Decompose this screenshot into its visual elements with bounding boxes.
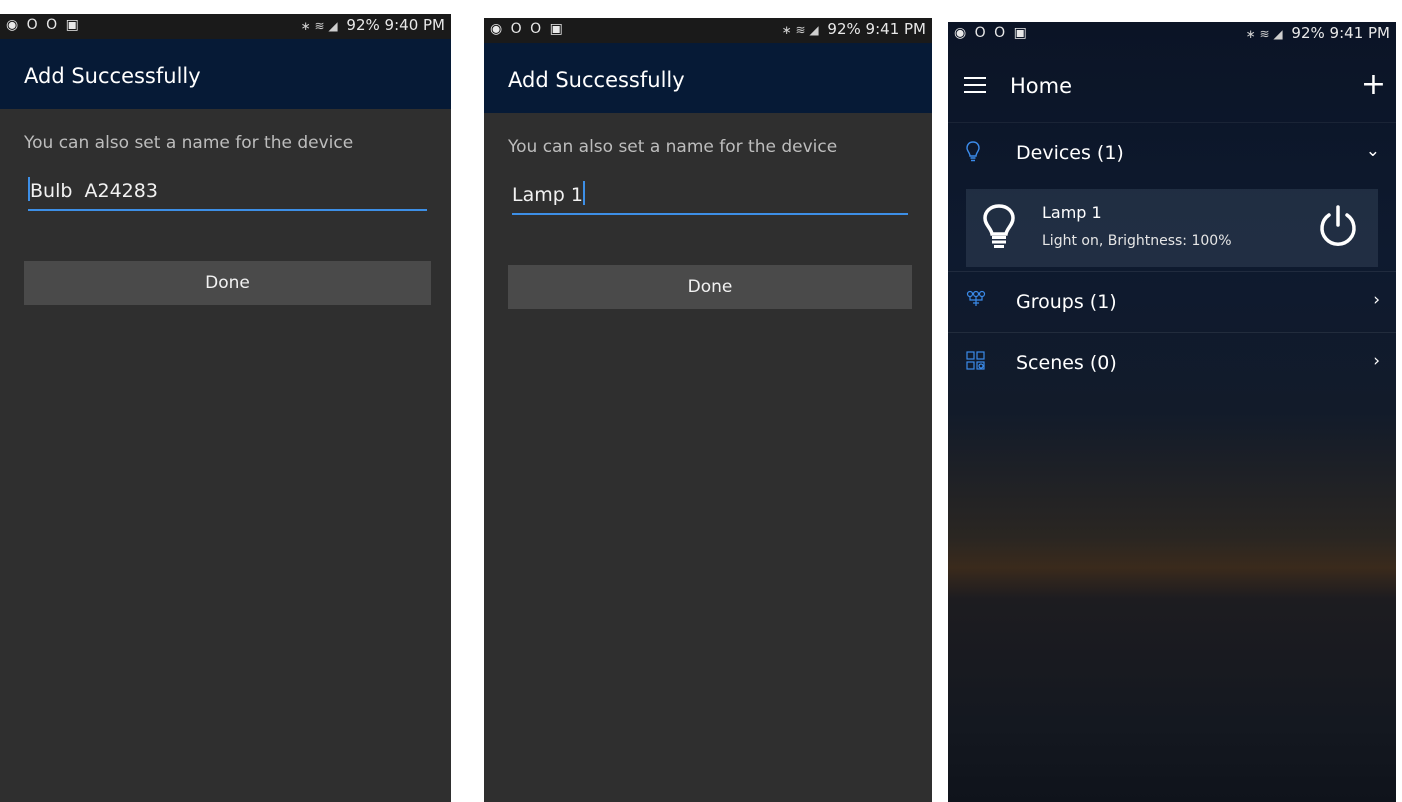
screen-home: ◉ O O ▣ ∗ ≋ ◢ 92% 9:41 PM Home + Devices… (948, 22, 1396, 802)
done-button[interactable]: Done (508, 265, 912, 309)
battery-level: 92% (1291, 24, 1325, 42)
device-status: Light on, Brightness: 100% (1042, 233, 1232, 249)
battery-level: 92% (346, 16, 380, 34)
name-prompt: You can also set a name for the device (508, 137, 838, 157)
scenes-label: Scenes (0) (1016, 352, 1117, 374)
device-name-field[interactable]: Lamp 1 (512, 177, 908, 215)
signal-icons: ∗ ≋ ◢ (300, 19, 338, 33)
notification-icons: ◉ O O ▣ (6, 17, 81, 33)
device-name: Lamp 1 (1042, 203, 1102, 222)
clock: 9:41 PM (865, 20, 926, 38)
done-button[interactable]: Done (24, 261, 431, 305)
text-caret (582, 181, 585, 205)
page-title: Home (1010, 74, 1073, 98)
page-title: Add Successfully (508, 68, 685, 92)
lightbulb-outline-icon (966, 141, 980, 168)
hamburger-menu-icon[interactable] (964, 77, 986, 98)
notification-icons: ◉ O O ▣ (490, 21, 565, 37)
status-bar: ◉ O O ▣ ∗ ≋ ◢ 92% 9:41 PM (484, 18, 932, 43)
power-icon[interactable] (1314, 203, 1362, 251)
screen-add-device-default: ◉ O O ▣ ∗ ≋ ◢ 92% 9:40 PM Add Successful… (0, 14, 451, 802)
name-prompt: You can also set a name for the device (24, 133, 354, 153)
group-nodes-icon (966, 290, 986, 313)
signal-icons: ∗ ≋ ◢ (781, 23, 819, 37)
app-bar: Add Successfully (0, 39, 451, 109)
home-app-bar: Home + (948, 47, 1396, 123)
status-bar: ◉ O O ▣ ∗ ≋ ◢ 92% 9:40 PM (0, 14, 451, 39)
lightbulb-icon (983, 204, 1015, 248)
device-name-value: Bulb A24283 (30, 180, 158, 202)
chevron-down-icon[interactable]: ⌄ (1366, 141, 1380, 161)
chevron-right-icon: › (1373, 290, 1380, 310)
chevron-right-icon: › (1373, 351, 1380, 371)
scenes-row[interactable]: Scenes (0) › (948, 333, 1396, 393)
plus-icon[interactable]: + (1361, 67, 1386, 102)
page-title: Add Successfully (24, 64, 201, 88)
screen-add-device-renamed: ◉ O O ▣ ∗ ≋ ◢ 92% 9:41 PM Add Successful… (484, 18, 932, 802)
notification-icons: ◉ O O ▣ (954, 25, 1029, 41)
clock: 9:40 PM (384, 16, 445, 34)
status-bar: ◉ O O ▣ ∗ ≋ ◢ 92% 9:41 PM (948, 22, 1396, 47)
signal-icons: ∗ ≋ ◢ (1245, 27, 1283, 41)
clock: 9:41 PM (1329, 24, 1390, 42)
device-card[interactable]: Lamp 1 Light on, Brightness: 100% (966, 189, 1378, 267)
devices-section-header[interactable]: Devices (1) ⌄ (948, 123, 1396, 183)
groups-label: Groups (1) (1016, 291, 1117, 313)
devices-label: Devices (1) (1016, 142, 1124, 164)
device-name-value: Lamp 1 (512, 184, 583, 206)
device-name-field[interactable]: Bulb A24283 (28, 173, 427, 211)
groups-row[interactable]: Groups (1) › (948, 271, 1396, 333)
battery-level: 92% (827, 20, 861, 38)
scenes-grid-icon (966, 351, 986, 376)
app-bar: Add Successfully (484, 43, 932, 113)
